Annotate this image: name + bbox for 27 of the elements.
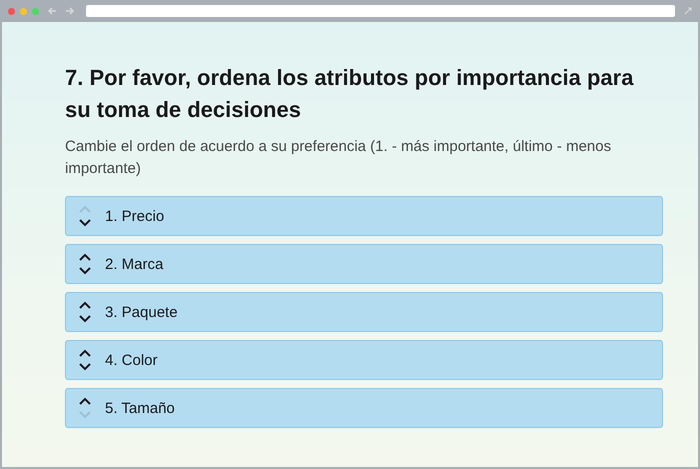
question-instructions: Cambie el orden de acuerdo a su preferencia (1. - más importante, último - menos importante) (65, 137, 612, 179)
move-up-icon[interactable] (78, 301, 92, 310)
back-icon[interactable] (47, 6, 57, 16)
ranking-item[interactable]: 3. Paquete (65, 292, 663, 332)
move-up-icon[interactable] (78, 253, 92, 262)
minimize-window-icon[interactable] (20, 8, 27, 14)
item-label: 3. Paquete (105, 304, 178, 320)
move-up-icon[interactable] (78, 397, 92, 406)
item-label: 2. Marca (105, 256, 164, 272)
close-window-icon[interactable] (8, 8, 15, 14)
move-down-icon[interactable] (78, 266, 92, 275)
move-down-icon[interactable] (78, 362, 92, 371)
question-title: 7. Por favor, ordena los atributos por importancia para su toma de decisiones (65, 64, 635, 124)
move-down-icon[interactable] (78, 314, 92, 323)
ranking-item[interactable]: 4. Color (65, 340, 663, 380)
expand-icon[interactable] (684, 7, 692, 15)
move-up-icon[interactable] (78, 349, 92, 358)
ranking-item[interactable]: 1. Precio (65, 196, 663, 236)
ranking-item[interactable]: 2. Marca (65, 244, 663, 284)
item-label: 1. Precio (105, 208, 164, 224)
forward-icon[interactable] (65, 6, 75, 16)
item-label: 4. Color (105, 352, 158, 368)
move-down-icon[interactable] (78, 218, 92, 227)
ranking-item[interactable]: 5. Tamaño (65, 388, 663, 428)
item-label: 5. Tamaño (105, 400, 175, 416)
maximize-window-icon[interactable] (32, 8, 39, 14)
address-bar[interactable] (86, 5, 675, 17)
